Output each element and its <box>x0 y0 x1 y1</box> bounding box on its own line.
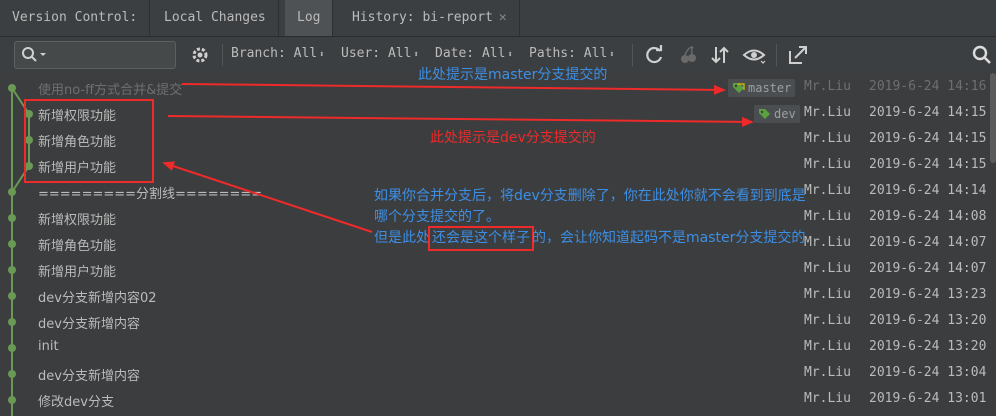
date-filter[interactable]: Date: All ⬍ <box>435 46 513 61</box>
search-input[interactable] <box>14 41 176 69</box>
close-icon[interactable]: ✕ <box>499 10 507 25</box>
user-filter[interactable]: User: All ⬍ <box>341 46 419 61</box>
branch-tag: dev <box>754 105 800 123</box>
annotation-highlight: 还会是这个样子 <box>428 226 534 251</box>
annotation-explanation-pre: 但是此处 <box>374 230 430 246</box>
commit-author: Mr.Liu <box>804 391 851 406</box>
tag-icon <box>759 109 770 119</box>
tab-history[interactable]: History: bi-report ✕ <box>340 0 520 36</box>
commit-message: 新增用户功能 <box>38 265 117 280</box>
search-icon <box>22 47 46 62</box>
version-control-label: Version Control: <box>0 0 151 36</box>
commit-date: 2019-6-24 13:20 <box>869 313 987 328</box>
annotation-explanation-post: 的，会让你知道起码不是master分支提交的 <box>532 230 806 246</box>
paths-filter-label: Paths: All <box>529 46 608 61</box>
commit-row[interactable]: init Mr.Liu 2019-6-24 13:20 <box>0 335 996 361</box>
graph-node <box>8 344 16 352</box>
commit-author: Mr.Liu <box>804 79 851 94</box>
commit-author: Mr.Liu <box>804 209 851 224</box>
branch-filter-label: Branch: All <box>231 46 318 61</box>
toolbar-divider <box>222 44 223 66</box>
chevron-updown-icon: ⬍ <box>609 50 615 60</box>
commit-author: Mr.Liu <box>804 313 851 328</box>
commit-date: 2019-6-24 13:20 <box>869 339 987 354</box>
tool-window-tabbar: Version Control: Local Changes Log Histo… <box>0 0 996 37</box>
cherry-pick-icon[interactable] <box>676 43 700 67</box>
commit-author: Mr.Liu <box>804 261 851 276</box>
commit-message: =========分割线======== <box>38 187 263 202</box>
commit-author: Mr.Liu <box>804 287 851 302</box>
commit-date: 2019-6-24 13:01 <box>869 391 987 406</box>
sort-arrows-icon[interactable] <box>708 43 732 67</box>
refresh-icon[interactable] <box>642 43 666 67</box>
commit-author: Mr.Liu <box>804 365 851 380</box>
highlight-box-dev-commits <box>24 99 154 183</box>
chevron-updown-icon: ⬍ <box>507 50 513 60</box>
graph-node <box>8 318 16 326</box>
branch-tag: master <box>728 79 796 97</box>
user-filter-label: User: All <box>341 46 412 61</box>
date-filter-label: Date: All <box>435 46 506 61</box>
graph-node <box>8 84 16 92</box>
commit-message: 新增角色功能 <box>38 239 117 254</box>
commit-author: Mr.Liu <box>804 339 851 354</box>
commit-date: 2019-6-24 14:15 <box>869 131 987 146</box>
commit-message: dev分支新增内容 <box>38 369 140 384</box>
commit-date: 2019-6-24 13:23 <box>869 287 987 302</box>
commit-date: 2019-6-24 14:15 <box>869 105 987 120</box>
tab-log[interactable]: Log <box>285 0 334 36</box>
commit-message: dev分支新增内容 <box>38 317 140 332</box>
graph-node <box>8 240 16 248</box>
graph-node <box>8 214 16 222</box>
commit-row[interactable]: dev分支新增内容02 Mr.Liu 2019-6-24 13:23 <box>0 283 996 309</box>
commit-author: Mr.Liu <box>804 235 851 250</box>
tab-history-label: History: bi-report <box>352 10 493 25</box>
commit-date: 2019-6-24 14:08 <box>869 209 987 224</box>
tab-local-changes[interactable]: Local Changes <box>152 0 279 36</box>
open-external-icon[interactable] <box>786 43 810 67</box>
commit-date: 2019-6-24 13:04 <box>869 365 987 380</box>
branch-filter[interactable]: Branch: All ⬍ <box>231 46 325 61</box>
branch-tag-label: dev <box>774 107 796 121</box>
annotation-explanation-line1: 如果你合并分支后，将dev分支删除了，你在此处你就不会看到到底是哪个分支提交的了… <box>374 188 806 225</box>
eye-icon[interactable] <box>742 43 766 67</box>
toolbar-divider <box>776 44 777 66</box>
annotation-explanation: 如果你合并分支后，将dev分支删除了，你在此处你就不会看到到底是哪个分支提交的了… <box>374 186 806 251</box>
chevron-updown-icon: ⬍ <box>319 50 325 60</box>
paths-filter[interactable]: Paths: All ⬍ <box>529 46 615 61</box>
gear-icon[interactable] <box>188 43 212 67</box>
chevron-updown-icon: ⬍ <box>413 50 419 60</box>
commit-date: 2019-6-24 14:07 <box>869 235 987 250</box>
commit-date: 2019-6-24 14:07 <box>869 261 987 276</box>
commit-author: Mr.Liu <box>804 105 851 120</box>
annotation-dev: 此处提示是dev分支提交的 <box>430 130 596 146</box>
commit-row[interactable]: dev分支新增内容 Mr.Liu 2019-6-24 13:20 <box>0 309 996 335</box>
commit-author: Mr.Liu <box>804 157 851 172</box>
commit-message: init <box>38 339 59 354</box>
commit-row[interactable]: 修改dev分支 Mr.Liu 2019-6-24 13:01 <box>0 387 996 413</box>
commit-message: 新增权限功能 <box>38 213 117 228</box>
vertical-scrollbar[interactable] <box>990 73 996 163</box>
graph-node <box>8 292 16 300</box>
annotation-master: 此处提示是master分支提交的 <box>418 67 608 83</box>
commit-message: 使用no-ff方式合并&提交 <box>38 83 183 98</box>
commit-row[interactable]: 新增用户功能 Mr.Liu 2019-6-24 14:07 <box>0 257 996 283</box>
commit-message: dev分支新增内容02 <box>38 291 157 306</box>
commit-message: 修改dev分支 <box>38 395 114 410</box>
branch-tag-label: master <box>748 81 792 95</box>
graph-node <box>8 266 16 274</box>
search-icon[interactable] <box>970 43 994 67</box>
graph-node <box>8 396 16 404</box>
commit-date: 2019-6-24 14:14 <box>869 183 987 198</box>
commit-author: Mr.Liu <box>804 183 851 198</box>
graph-node <box>8 188 16 196</box>
toolbar-divider <box>632 44 633 66</box>
commit-date: 2019-6-24 14:15 <box>869 157 987 172</box>
tag-icon <box>733 83 745 93</box>
commit-author: Mr.Liu <box>804 131 851 146</box>
graph-node <box>8 370 16 378</box>
commit-date: 2019-6-24 14:16 <box>869 79 987 94</box>
commit-row[interactable]: dev分支新增内容 Mr.Liu 2019-6-24 13:04 <box>0 361 996 387</box>
